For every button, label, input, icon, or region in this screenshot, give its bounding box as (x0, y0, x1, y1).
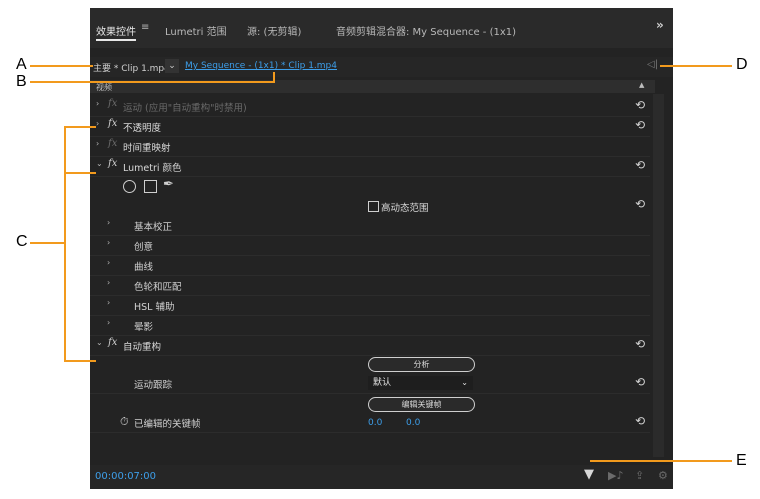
expand-arrow-icon[interactable]: › (107, 318, 110, 327)
callout-line-b-up (273, 72, 275, 83)
callout-line-e (590, 460, 732, 462)
section-label: 创意 (134, 242, 154, 253)
callout-line-d (660, 65, 732, 67)
wrench-icon[interactable]: ⚙ (658, 469, 668, 482)
effect-row-lumetri-color[interactable]: ⌄ fx Lumetri 颜色 ⟲ (90, 157, 650, 177)
scrollbar[interactable] (653, 94, 664, 457)
callout-tick-c-1 (64, 126, 96, 128)
clip-dropdown-chevron-icon[interactable]: ⌄ (165, 59, 179, 73)
tab-source[interactable]: 源: (无剪辑) (247, 23, 301, 38)
motion-tracking-label: 运动跟踪 (134, 380, 173, 391)
effect-label: 运动 (应用"自动重构"时禁用) (123, 103, 247, 114)
lumetri-section-color-wheels[interactable]: › 色轮和匹配 (90, 276, 650, 296)
lumetri-section-basic[interactable]: › 基本校正 (90, 216, 650, 236)
select-value: 默认 (373, 378, 392, 388)
hdr-label: 高动态范围 (381, 203, 429, 214)
collapse-arrow-icon[interactable]: ⌄ (96, 338, 103, 347)
effect-row-motion[interactable]: › fx 运动 (应用"自动重构"时禁用) ⟲ (90, 97, 650, 117)
rectangle-mask-icon[interactable] (144, 180, 157, 193)
lumetri-section-hsl[interactable]: › HSL 辅助 (90, 296, 650, 316)
callout-line-a (30, 65, 93, 67)
keyframe-value-x[interactable]: 0.0 (368, 418, 382, 428)
section-label: 基本校正 (134, 222, 173, 233)
section-label: 曲线 (134, 262, 154, 273)
lumetri-section-curves[interactable]: › 曲线 (90, 256, 650, 276)
expand-arrow-icon[interactable]: › (96, 139, 99, 148)
play-audio-icon[interactable]: ▶♪ (608, 469, 623, 482)
analyze-button[interactable]: 分析 (368, 357, 475, 372)
tab-lumetri-scopes[interactable]: Lumetri 范围 (165, 23, 227, 38)
effect-label: 不透明度 (123, 123, 162, 134)
lumetri-section-vignette[interactable]: › 晕影 (90, 316, 650, 336)
effect-row-auto-reframe[interactable]: ⌄ fx 自动重构 ⟲ (90, 336, 650, 356)
ellipse-mask-icon[interactable] (123, 180, 136, 193)
collapse-arrow-icon[interactable]: ⌄ (96, 159, 103, 168)
callout-tick-c-3 (64, 360, 96, 362)
video-section-label: 视频 (96, 83, 112, 92)
fx-toggle-icon[interactable]: fx (108, 337, 117, 348)
reset-icon[interactable]: ⟲ (635, 337, 645, 351)
tab-effect-controls[interactable]: 效果控件 (96, 23, 136, 38)
callout-bracket-c (64, 126, 66, 362)
fx-toggle-icon[interactable]: fx (108, 158, 117, 169)
fx-toggle-icon[interactable]: fx (108, 118, 117, 129)
reset-icon[interactable]: ⟲ (635, 414, 645, 428)
section-label: 晕影 (134, 322, 154, 333)
callout-label-b: B (16, 73, 27, 90)
expand-arrow-icon[interactable]: › (107, 258, 110, 267)
callout-label-e: E (736, 452, 747, 469)
callout-label-d: D (736, 56, 748, 73)
callout-label-c: C (16, 233, 28, 250)
stopwatch-icon[interactable]: ⏱ (120, 415, 129, 429)
hdr-checkbox[interactable] (368, 201, 379, 212)
reset-icon[interactable]: ⟲ (635, 197, 645, 211)
expand-arrow-icon[interactable]: › (107, 298, 110, 307)
tab-audio-clip-mixer[interactable]: 音频剪辑混合器: My Sequence - (1x1) (336, 23, 516, 38)
keyframe-value-y[interactable]: 0.0 (406, 418, 420, 428)
expand-arrow-icon[interactable]: › (96, 99, 99, 108)
export-icon[interactable]: ⇪ (635, 469, 644, 482)
panel-menu-icon[interactable]: ≡ (141, 22, 149, 33)
expand-arrow-icon[interactable]: › (107, 238, 110, 247)
chevron-down-icon: ⌄ (461, 378, 468, 387)
effect-row-opacity[interactable]: › fx 不透明度 ⟲ (90, 117, 650, 137)
section-collapse-icon[interactable]: ▲ (639, 81, 644, 89)
show-hide-timeline-icon[interactable]: ◁| (647, 59, 658, 70)
timecode[interactable]: 00:00:07:00 (95, 471, 156, 482)
reset-icon[interactable]: ⟲ (635, 98, 645, 112)
callout-label-a: A (16, 56, 27, 73)
callout-tick-c-2 (64, 172, 96, 174)
panel-tab-bar: 效果控件 ≡ Lumetri 范围 源: (无剪辑) 音频剪辑混合器: My S… (90, 8, 673, 48)
pen-mask-icon[interactable]: ✒ (163, 177, 174, 192)
reset-icon[interactable]: ⟲ (635, 375, 645, 389)
filter-icon[interactable]: ▼ (584, 467, 594, 482)
expand-arrow-icon[interactable]: › (107, 278, 110, 287)
effect-label: Lumetri 颜色 (123, 163, 182, 174)
effect-label: 自动重构 (123, 342, 162, 353)
overflow-icon[interactable]: » (656, 18, 664, 32)
section-label: 色轮和匹配 (134, 282, 182, 293)
master-clip-label[interactable]: 主要 * Clip 1.mp4 (93, 61, 170, 74)
lumetri-section-creative[interactable]: › 创意 (90, 236, 650, 256)
expand-arrow-icon[interactable]: › (107, 218, 110, 227)
callout-line-c (30, 242, 66, 244)
edit-keyframes-button[interactable]: 编辑关键帧 (368, 397, 475, 412)
callout-line-b (30, 81, 275, 83)
effect-label: 时间重映射 (123, 143, 171, 154)
section-label: HSL 辅助 (134, 302, 175, 313)
fx-toggle-icon[interactable]: fx (108, 98, 117, 109)
motion-tracking-select[interactable]: 默认 ⌄ (368, 376, 473, 390)
edited-keyframes-label: 已编辑的关键帧 (134, 419, 201, 430)
reset-icon[interactable]: ⟲ (635, 158, 645, 172)
reset-icon[interactable]: ⟲ (635, 118, 645, 132)
fx-toggle-icon[interactable]: fx (108, 138, 117, 149)
sequence-clip-link[interactable]: My Sequence - (1x1) * Clip 1.mp4 (185, 61, 337, 71)
expand-arrow-icon[interactable]: › (96, 119, 99, 128)
effect-row-time-remapping[interactable]: › fx 时间重映射 (90, 137, 650, 157)
active-tab-underline (96, 39, 136, 41)
